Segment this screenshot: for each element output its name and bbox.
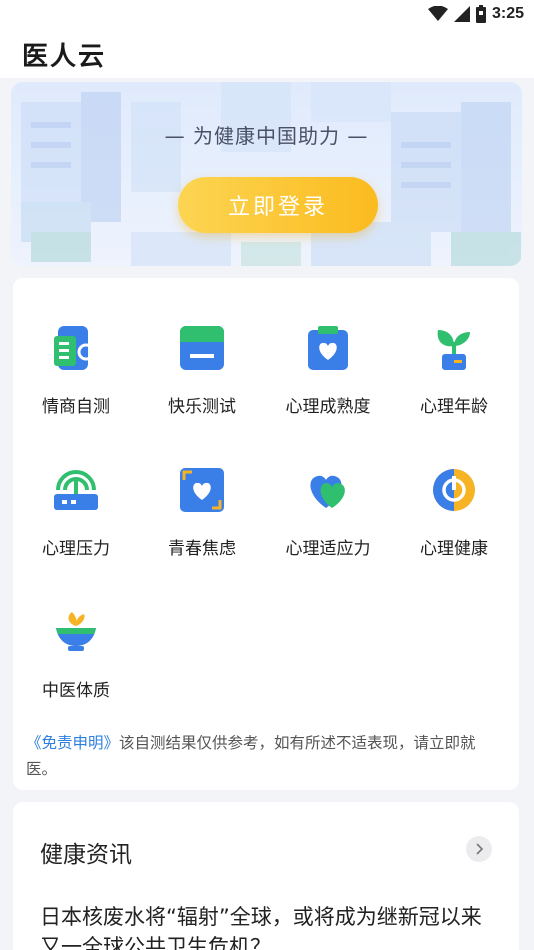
pressure-icon — [54, 470, 98, 510]
test-item-age[interactable]: 心理年龄 — [391, 326, 517, 436]
test-item-label: 心理适应力 — [285, 539, 371, 559]
app-title: 医人云 — [22, 42, 107, 72]
login-banner: — 为健康中国助力 — 立即登录 — [11, 82, 522, 266]
test-item-label: 心理压力 — [42, 539, 110, 559]
disclaimer: 《免责申明》该自测结果仅供参考，如有所述不适表现，请立即就医。 — [26, 730, 506, 782]
test-item-maturity[interactable]: 心理成熟度 — [265, 326, 391, 436]
frame-heart-icon — [180, 468, 224, 512]
test-item-label: 情商自测 — [42, 397, 110, 417]
eq-icon — [54, 326, 98, 370]
test-item-label: 心理成熟度 — [285, 397, 371, 417]
status-icons: 3:25 — [427, 4, 524, 24]
test-item-pressure[interactable]: 心理压力 — [13, 468, 139, 578]
chevron-right-icon — [476, 843, 484, 855]
test-item-youth-anxiety[interactable]: 青春焦虑 — [139, 468, 265, 578]
sprout-icon — [437, 330, 470, 370]
banner-slogan: — 为健康中国助力 — — [164, 124, 369, 148]
test-item-mental-health[interactable]: 心理健康 — [391, 468, 517, 578]
wifi-icon — [427, 6, 448, 21]
health-news-card: 健康资讯 日本核废水将“辐射”全球，或将成为继新冠以来又一全球公共卫生危机？ — [13, 802, 519, 950]
self-test-card: 情商自测 快乐测试 心理成熟度 心理年龄 心理压力 青春焦虑 心理适应力 心理健… — [13, 278, 519, 790]
news-more-button[interactable] — [466, 836, 492, 862]
test-item-label: 快乐测试 — [168, 397, 236, 417]
test-item-adaptability[interactable]: 心理适应力 — [265, 468, 391, 578]
test-item-happiness[interactable]: 快乐测试 — [139, 326, 265, 436]
server-illustration — [21, 82, 521, 266]
heart-icon — [310, 475, 345, 508]
test-item-label: 青春焦虑 — [168, 539, 236, 559]
test-item-eq[interactable]: 情商自测 — [13, 326, 139, 436]
status-bar: 3:25 — [0, 0, 534, 30]
battery-icon — [475, 5, 486, 23]
test-item-label: 中医体质 — [42, 681, 110, 701]
news-section-title: 健康资讯 — [40, 842, 132, 868]
power-circle-icon — [433, 469, 475, 511]
signal-icon — [453, 6, 470, 22]
status-time: 3:25 — [491, 5, 524, 22]
herb-bowl-icon — [56, 612, 96, 651]
disclaimer-link[interactable]: 《免责申明》 — [26, 734, 119, 752]
test-item-label: 心理健康 — [420, 539, 488, 559]
clipboard-heart-icon — [308, 326, 348, 370]
test-item-tcm-constitution[interactable]: 中医体质 — [13, 610, 139, 720]
tray-icon — [180, 326, 224, 370]
test-item-label: 心理年龄 — [420, 397, 488, 417]
login-button[interactable]: 立即登录 — [178, 177, 378, 233]
news-item[interactable]: 日本核废水将“辐射”全球，或将成为继新冠以来又一全球公共卫生危机？ — [40, 902, 500, 950]
app-header: 医人云 — [0, 30, 534, 78]
